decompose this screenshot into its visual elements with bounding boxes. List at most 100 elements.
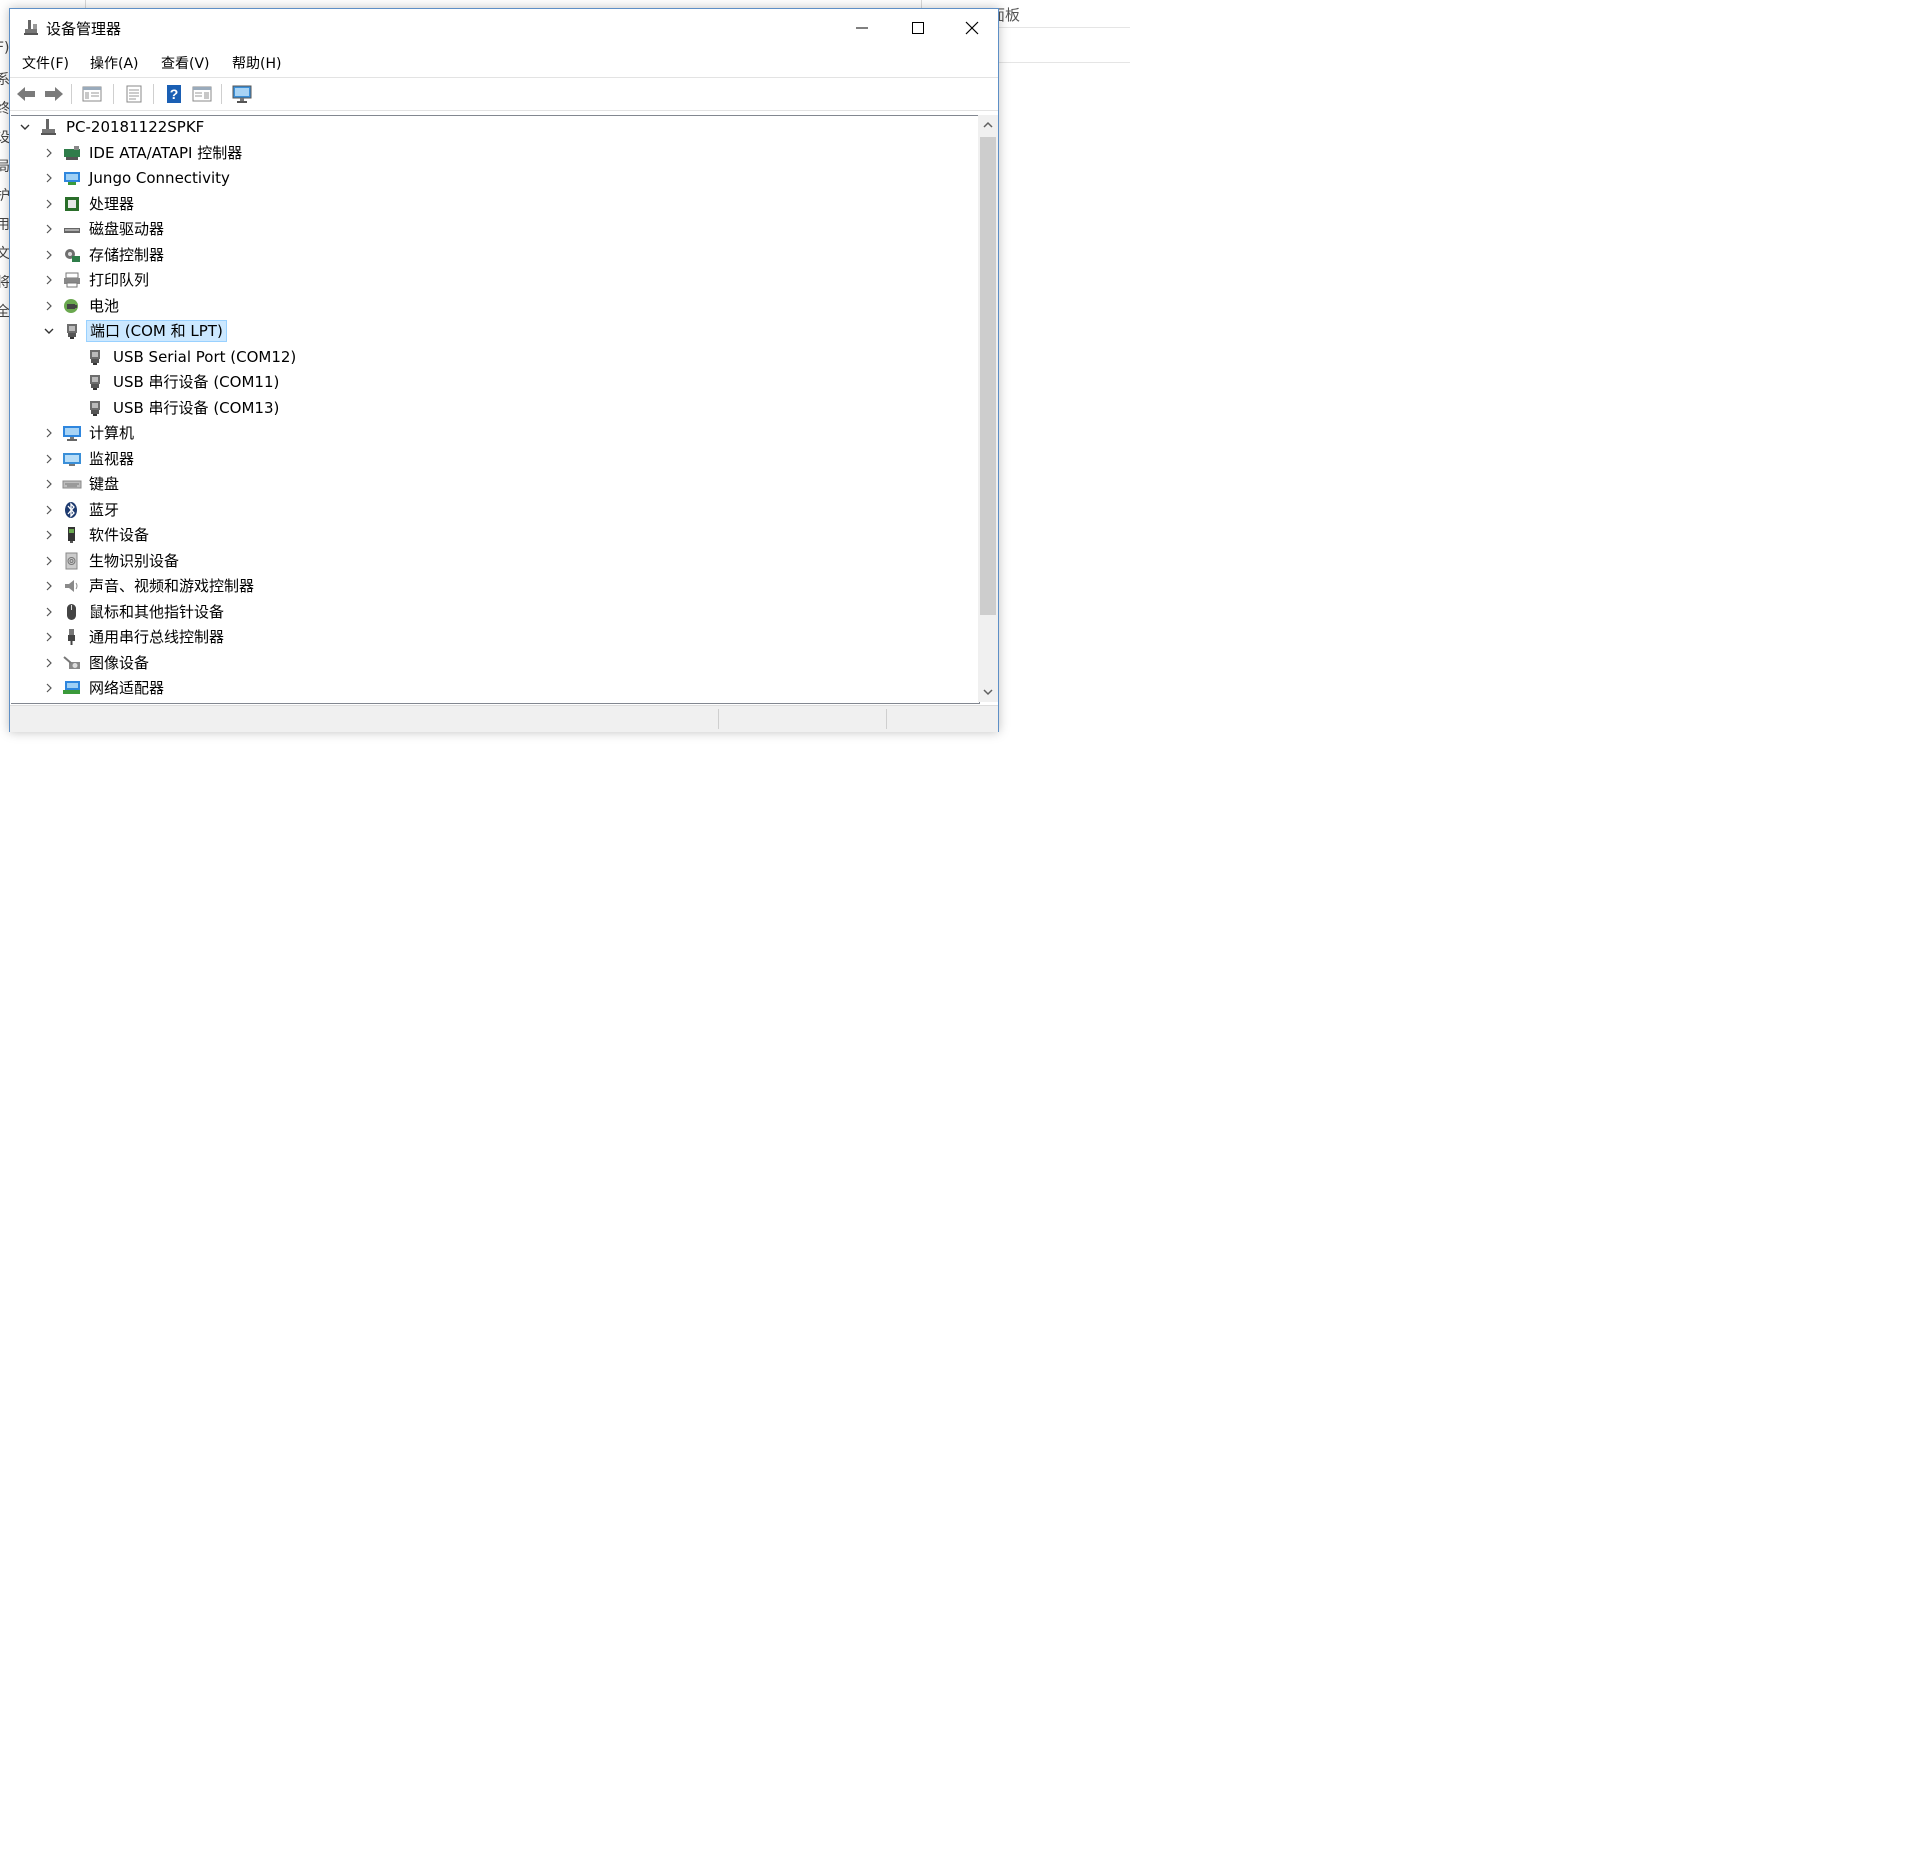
tree-expander[interactable] xyxy=(41,271,57,289)
chevron-right-icon xyxy=(46,275,52,285)
back-button[interactable] xyxy=(14,82,38,106)
properties-icon xyxy=(126,85,142,103)
tree-item-label: 图像设备 xyxy=(89,653,150,672)
tree-item-label: 计算机 xyxy=(89,424,135,442)
tree-expander[interactable] xyxy=(41,424,57,442)
menu-file[interactable]: 文件(F) xyxy=(22,53,69,73)
close-button[interactable] xyxy=(944,9,1000,47)
minimize-button[interactable] xyxy=(834,9,890,47)
tree-category[interactable]: 电池 xyxy=(11,294,961,318)
help-button[interactable]: ? xyxy=(162,82,186,106)
tree-expander[interactable] xyxy=(41,220,57,238)
tree-expander[interactable] xyxy=(41,195,57,213)
tree-category[interactable]: 生物识别设备 xyxy=(11,549,961,573)
printer-icon xyxy=(64,272,80,288)
tree-device[interactable]: USB 串行设备 (COM11) xyxy=(11,370,961,394)
vertical-scrollbar[interactable] xyxy=(978,115,998,702)
monitor-button[interactable] xyxy=(230,82,254,106)
chevron-right-icon xyxy=(46,224,52,234)
chevron-right-icon xyxy=(46,173,52,183)
chevron-down-icon xyxy=(44,328,54,334)
tree-category[interactable]: 存储控制器 xyxy=(11,243,961,267)
device-tree: PC-20181122SPKF IDE ATA/ATAPI 控制器 Jungo Co… xyxy=(11,116,961,703)
tree-category[interactable]: 通用串行总线控制器 xyxy=(11,625,961,649)
tree-item-label: USB 串行设备 (COM11) xyxy=(113,373,280,391)
tree-category[interactable]: 蓝牙 xyxy=(11,498,961,522)
tree-category[interactable]: 键盘 xyxy=(11,472,961,496)
chevron-up-icon xyxy=(983,121,993,128)
status-bar xyxy=(10,705,998,732)
tree-expander[interactable] xyxy=(41,169,57,187)
tree-expander[interactable] xyxy=(41,603,57,621)
tree-category[interactable]: 软件设备 xyxy=(11,523,961,547)
tree-category[interactable]: 鼠标和其他指针设备 xyxy=(11,600,961,624)
tree-item-icon xyxy=(85,399,105,417)
tree-category[interactable]: 图像设备 xyxy=(11,651,961,675)
port-icon xyxy=(90,375,100,390)
menu-action[interactable]: 操作(A) xyxy=(90,53,139,73)
device-tree-pane: PC-20181122SPKF IDE ATA/ATAPI 控制器 Jungo Co… xyxy=(11,115,980,704)
tree-device[interactable]: USB Serial Port (COM12) xyxy=(11,345,961,369)
tree-item-icon xyxy=(62,552,82,570)
tree-item-icon xyxy=(62,501,82,519)
scroll-down-button[interactable] xyxy=(978,682,998,702)
tree-category[interactable]: 处理器 xyxy=(11,192,961,216)
show-hide-tree-button[interactable] xyxy=(80,82,104,106)
tree-item-label: 声音、视频和游戏控制器 xyxy=(89,577,255,595)
tree-expander[interactable] xyxy=(41,552,57,570)
maximize-button[interactable] xyxy=(890,9,946,47)
tree-expander[interactable] xyxy=(41,475,57,493)
software-device-icon xyxy=(68,527,75,543)
menu-view[interactable]: 查看(V) xyxy=(161,53,210,73)
tree-item-label: 蓝牙 xyxy=(89,500,120,519)
action-view-button[interactable] xyxy=(190,82,214,106)
tree-item-label: PC-20181122SPKF xyxy=(66,118,205,136)
properties-button[interactable] xyxy=(122,82,146,106)
scroll-up-button[interactable] xyxy=(978,115,998,135)
action-view-icon xyxy=(192,86,212,102)
tree-item-icon xyxy=(62,526,82,544)
tree-expander[interactable] xyxy=(41,679,57,697)
tree-expander[interactable] xyxy=(41,501,57,519)
tree-root[interactable]: PC-20181122SPKF xyxy=(11,116,961,139)
background-divider xyxy=(995,62,1130,63)
storage-controller-icon xyxy=(65,248,80,262)
tree-expander[interactable] xyxy=(41,297,57,315)
tree-expander[interactable] xyxy=(41,577,57,595)
show-hide-tree-icon xyxy=(82,86,102,102)
tree-category[interactable]: 声音、视频和游戏控制器 xyxy=(11,574,961,598)
tree-item-icon xyxy=(85,348,105,366)
tree-category[interactable]: 端口 (COM 和 LPT) xyxy=(11,319,961,343)
forward-button[interactable] xyxy=(42,82,66,106)
tree-expander[interactable] xyxy=(41,526,57,544)
tree-expander[interactable] xyxy=(41,654,57,672)
network-adapter-icon xyxy=(63,681,80,694)
chevron-right-icon xyxy=(46,607,52,616)
close-icon xyxy=(965,21,979,35)
title-bar[interactable]: 设备管理器 xyxy=(10,9,998,47)
tree-item-label: 磁盘驱动器 xyxy=(89,220,165,238)
chevron-right-icon xyxy=(46,505,52,514)
tree-category[interactable]: 网络适配器 xyxy=(11,676,961,700)
tree-category[interactable]: 监视器 xyxy=(11,447,961,471)
tree-category[interactable]: Jungo Connectivity xyxy=(11,166,961,190)
tree-expander[interactable] xyxy=(17,118,33,136)
tree-category[interactable]: 打印队列 xyxy=(11,268,961,292)
tree-category[interactable]: IDE ATA/ATAPI 控制器 xyxy=(11,141,961,165)
tree-expander[interactable] xyxy=(41,246,57,264)
tree-item-icon xyxy=(62,424,82,442)
tree-category[interactable]: 计算机 xyxy=(11,421,961,445)
tree-category[interactable]: 磁盘驱动器 xyxy=(11,217,961,241)
window-title: 设备管理器 xyxy=(46,20,122,38)
tree-item-icon xyxy=(85,373,105,391)
tree-item-label: 监视器 xyxy=(89,449,135,468)
tree-expander[interactable] xyxy=(41,144,57,162)
tree-expander[interactable] xyxy=(41,450,57,468)
scroll-thumb[interactable] xyxy=(980,137,996,615)
tree-item-icon xyxy=(62,322,82,340)
disk-drive-icon xyxy=(64,228,80,233)
tree-expander[interactable] xyxy=(41,322,57,340)
menu-help[interactable]: 帮助(H) xyxy=(232,53,281,73)
tree-expander[interactable] xyxy=(41,628,57,646)
tree-device[interactable]: USB 串行设备 (COM13) xyxy=(11,396,961,420)
